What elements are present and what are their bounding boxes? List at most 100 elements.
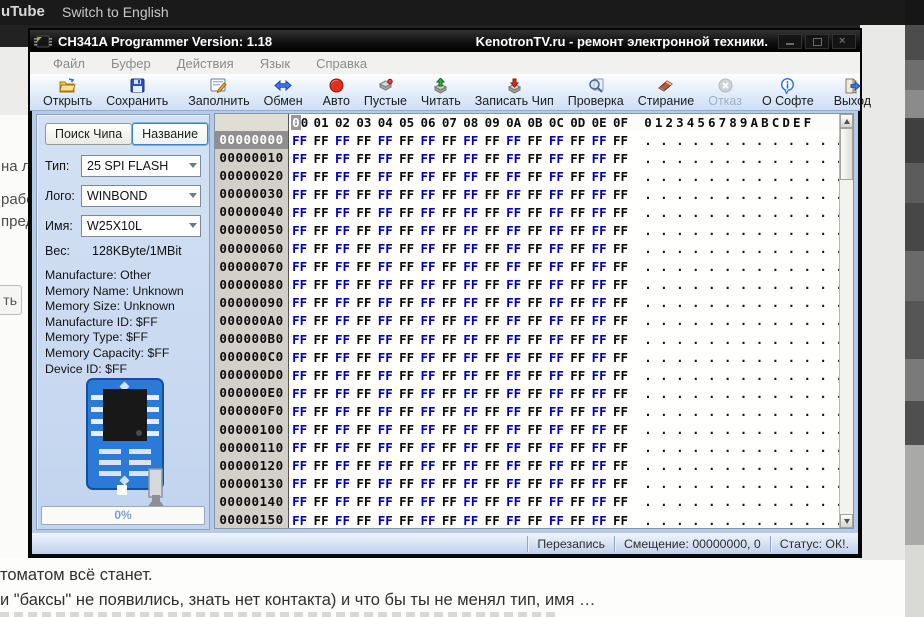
hex-byte-cell[interactable]: FF	[310, 241, 331, 256]
hex-byte-cell[interactable]: FF	[332, 458, 353, 473]
hex-byte-cell[interactable]: FF	[375, 332, 396, 347]
hex-byte-cell[interactable]: FF	[460, 313, 481, 328]
hex-byte-cell[interactable]: FF	[482, 422, 503, 437]
hex-byte-cell[interactable]: FF	[332, 476, 353, 491]
hex-byte-cell[interactable]: FF	[524, 440, 545, 455]
toolbar-verify-button[interactable]: Проверка	[561, 75, 631, 110]
hex-byte-cell[interactable]: FF	[417, 259, 438, 274]
hex-byte-cell[interactable]: FF	[482, 151, 503, 166]
hex-byte-cell[interactable]: FF	[546, 205, 567, 220]
hex-byte-cell[interactable]: FF	[524, 205, 545, 220]
hex-byte-cell[interactable]: FF	[588, 404, 609, 419]
hex-byte-cell[interactable]: FF	[310, 295, 331, 310]
hex-byte-cell[interactable]: FF	[503, 187, 524, 202]
hex-byte-cell[interactable]: FF	[332, 277, 353, 292]
hex-byte-cell[interactable]: FF	[567, 513, 588, 528]
hex-byte-cell[interactable]: FF	[503, 151, 524, 166]
hex-byte-cell[interactable]: FF	[396, 151, 417, 166]
hex-byte-cell[interactable]: FF	[417, 476, 438, 491]
hex-byte-cell[interactable]: FF	[439, 494, 460, 509]
hex-byte-cell[interactable]: FF	[310, 205, 331, 220]
hex-byte-cell[interactable]: FF	[332, 494, 353, 509]
hex-byte-cell[interactable]: FF	[310, 404, 331, 419]
hex-byte-cell[interactable]: FF	[353, 368, 374, 383]
hex-byte-cell[interactable]: FF	[289, 187, 310, 202]
hex-byte-cell[interactable]: FF	[310, 440, 331, 455]
hex-byte-cell[interactable]: FF	[289, 133, 310, 148]
hex-byte-cell[interactable]: FF	[503, 422, 524, 437]
hex-byte-cell[interactable]: FF	[289, 169, 310, 184]
hex-byte-cell[interactable]: FF	[482, 169, 503, 184]
hex-byte-cell[interactable]: FF	[439, 422, 460, 437]
hex-byte-cell[interactable]: FF	[546, 241, 567, 256]
hex-byte-cell[interactable]: FF	[546, 223, 567, 238]
hex-byte-cell[interactable]: FF	[396, 133, 417, 148]
menu-item-язык[interactable]: Язык	[247, 56, 303, 71]
hex-byte-cell[interactable]: FF	[460, 187, 481, 202]
hex-byte-cell[interactable]: FF	[353, 205, 374, 220]
hex-byte-cell[interactable]: FF	[396, 368, 417, 383]
hex-byte-cell[interactable]: FF	[610, 422, 631, 437]
hex-byte-cell[interactable]: FF	[610, 476, 631, 491]
hex-byte-cell[interactable]: FF	[588, 259, 609, 274]
menu-item-справка[interactable]: Справка	[303, 56, 380, 71]
hex-byte-cell[interactable]: FF	[460, 133, 481, 148]
hex-byte-cell[interactable]: FF	[310, 386, 331, 401]
title-bar[interactable]: CH341A Programmer Version: 1.18 Kenotron…	[30, 30, 860, 52]
hex-byte-cell[interactable]: FF	[503, 133, 524, 148]
hex-byte-cell[interactable]: FF	[396, 440, 417, 455]
toolbar-auto-button[interactable]: Авто	[316, 75, 357, 110]
hex-byte-cell[interactable]: FF	[332, 313, 353, 328]
hex-byte-cell[interactable]: FF	[503, 368, 524, 383]
hex-byte-cell[interactable]: FF	[289, 368, 310, 383]
toolbar-fill-button[interactable]: Заполнить	[181, 75, 256, 110]
hex-byte-cell[interactable]: FF	[503, 404, 524, 419]
hex-byte-cell[interactable]: FF	[460, 404, 481, 419]
hex-byte-cell[interactable]: FF	[610, 313, 631, 328]
hex-byte-cell[interactable]: FF	[524, 241, 545, 256]
hex-byte-cell[interactable]: FF	[482, 494, 503, 509]
hex-byte-cell[interactable]: FF	[289, 494, 310, 509]
hex-byte-cell[interactable]: FF	[503, 295, 524, 310]
hex-byte-cell[interactable]: FF	[503, 458, 524, 473]
page-scroll-strip[interactable]	[905, 0, 924, 617]
hex-byte-cell[interactable]: FF	[482, 295, 503, 310]
hex-byte-cell[interactable]: FF	[289, 313, 310, 328]
hex-byte-cell[interactable]: FF	[439, 332, 460, 347]
hex-byte-cell[interactable]: FF	[310, 494, 331, 509]
hex-byte-cell[interactable]: FF	[460, 476, 481, 491]
hex-byte-cell[interactable]: FF	[310, 513, 331, 528]
hex-byte-cell[interactable]: FF	[375, 241, 396, 256]
hex-byte-cell[interactable]: FF	[503, 241, 524, 256]
hex-byte-cell[interactable]: FF	[546, 422, 567, 437]
hex-byte-cell[interactable]: FF	[524, 350, 545, 365]
hex-byte-cell[interactable]: FF	[524, 494, 545, 509]
hex-byte-cell[interactable]: FF	[524, 404, 545, 419]
hex-byte-cell[interactable]: FF	[439, 368, 460, 383]
hex-byte-cell[interactable]: FF	[524, 422, 545, 437]
hex-byte-cell[interactable]: FF	[482, 458, 503, 473]
hex-byte-cell[interactable]: FF	[417, 205, 438, 220]
hex-byte-cell[interactable]: FF	[417, 458, 438, 473]
hex-byte-cell[interactable]: FF	[289, 277, 310, 292]
hex-byte-cell[interactable]: FF	[460, 458, 481, 473]
hex-byte-cell[interactable]: FF	[396, 350, 417, 365]
hex-byte-cell[interactable]: FF	[417, 223, 438, 238]
hex-byte-cell[interactable]: FF	[289, 422, 310, 437]
hex-byte-cell[interactable]: FF	[546, 494, 567, 509]
hex-byte-cell[interactable]: FF	[588, 169, 609, 184]
hex-byte-cell[interactable]: FF	[332, 422, 353, 437]
hex-byte-cell[interactable]: FF	[610, 223, 631, 238]
hex-byte-cell[interactable]: FF	[439, 476, 460, 491]
hex-byte-cell[interactable]: FF	[439, 259, 460, 274]
hex-byte-cell[interactable]: FF	[353, 350, 374, 365]
hex-byte-cell[interactable]: FF	[546, 151, 567, 166]
toolbar-about-button[interactable]: О Софте	[755, 75, 821, 110]
hex-byte-cell[interactable]: FF	[353, 169, 374, 184]
hex-byte-cell[interactable]: FF	[396, 494, 417, 509]
hex-byte-cell[interactable]: FF	[503, 313, 524, 328]
hex-byte-cell[interactable]: FF	[332, 133, 353, 148]
name-select[interactable]: W25X10L	[81, 215, 201, 237]
hex-byte-cell[interactable]: FF	[546, 277, 567, 292]
close-button[interactable]: ×	[832, 34, 856, 49]
